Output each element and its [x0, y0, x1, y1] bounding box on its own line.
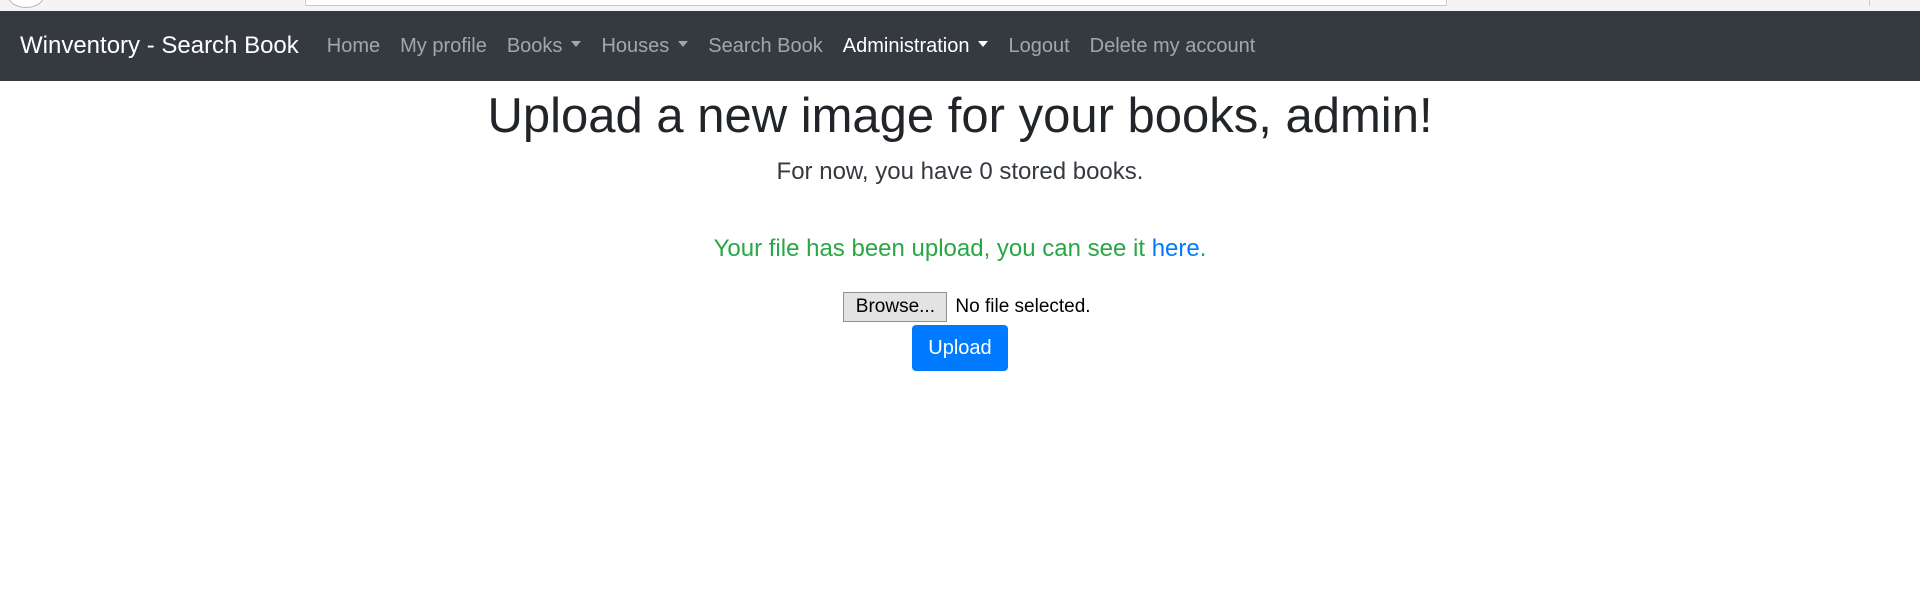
upload-button[interactable]: Upload [912, 325, 1008, 371]
book-count-text: For now, you have 0 stored books. [776, 158, 1144, 185]
nav-item-logout-label: Logout [1008, 34, 1070, 57]
toolbar-divider [1869, 0, 1870, 6]
nav-item-search-book-label: Search Book [708, 34, 823, 57]
browser-button-icon[interactable] [8, 0, 44, 8]
navbar-brand[interactable]: Winventory - Search Book [20, 32, 299, 60]
address-bar[interactable] [305, 0, 1447, 6]
chevron-down-icon [571, 41, 582, 47]
uploaded-file-link[interactable]: here [1152, 235, 1200, 262]
upload-success-text: Your file has been upload, you can see i… [713, 235, 1152, 262]
chevron-down-icon [978, 41, 989, 47]
nav-dropdown-books-label: Books [506, 34, 563, 57]
page-title: Upload a new image for your books, admin… [487, 89, 1433, 143]
nav-item-delete-account-label: Delete my account [1089, 34, 1256, 57]
nav-dropdown-administration-label: Administration [842, 34, 970, 57]
file-status-text: No file selected. [955, 296, 1091, 317]
file-input[interactable]: Browse... No file selected. [0, 292, 1920, 322]
nav-dropdown-houses[interactable]: Houses [591, 35, 698, 58]
nav-item-delete-account[interactable]: Delete my account [1080, 35, 1266, 58]
nav-item-home-label: Home [326, 34, 381, 57]
nav-item-logout[interactable]: Logout [998, 35, 1079, 58]
upload-success-period: . [1199, 235, 1207, 262]
nav-dropdown-books[interactable]: Books [497, 35, 592, 58]
nav-item-home[interactable]: Home [317, 35, 390, 58]
top-navbar: Winventory - Search Book Home My profile… [0, 11, 1920, 81]
upload-success-message: Your file has been upload, you can see i… [0, 235, 1920, 263]
chevron-down-icon [678, 41, 689, 47]
nav-item-my-profile[interactable]: My profile [390, 35, 497, 58]
nav-dropdown-houses-label: Houses [601, 34, 670, 57]
main-content: Upload a new image for your books, admin… [0, 81, 1920, 371]
browser-chrome-strip [0, 0, 1920, 11]
nav-item-my-profile-label: My profile [400, 34, 487, 57]
browse-button[interactable]: Browse... [843, 292, 948, 322]
nav-dropdown-administration[interactable]: Administration [833, 35, 999, 58]
nav-item-search-book[interactable]: Search Book [698, 35, 833, 58]
